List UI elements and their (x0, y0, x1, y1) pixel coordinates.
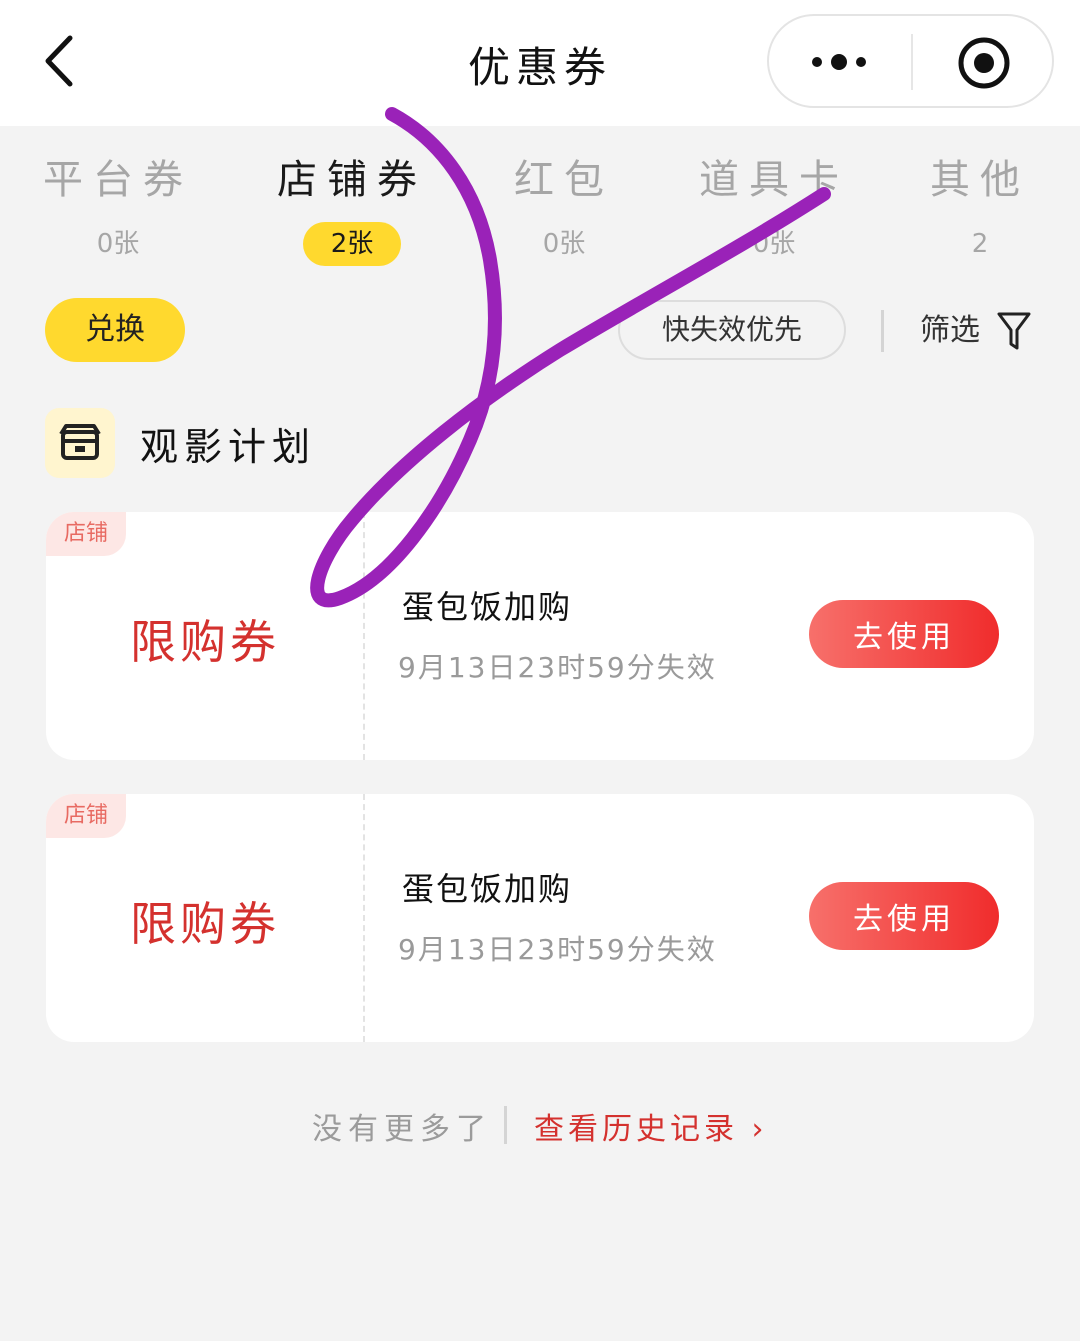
coupon-card: 店铺 限购券 蛋包饭加购 9月13日23时59分失效 去使用 (46, 794, 1034, 1042)
coupon-title: 蛋包饭加购 (402, 588, 573, 626)
funnel-icon (997, 312, 1031, 350)
store-name: 观影计划 (140, 425, 317, 469)
more-button[interactable] (805, 44, 875, 80)
tab-label: 道具卡 (699, 157, 849, 203)
coupon-tag: 店铺 (46, 512, 126, 556)
tab-count: 0张 (96, 229, 140, 259)
no-more-text: 没有更多了 (312, 1112, 492, 1147)
tab-store-coupon[interactable]: 店铺券 2张 (252, 150, 452, 266)
tab-platform-coupon[interactable]: 平台券 0张 (18, 150, 218, 266)
close-button[interactable] (957, 36, 1011, 90)
coupon-title: 蛋包饭加购 (402, 870, 573, 908)
use-coupon-button[interactable]: 去使用 (809, 600, 999, 668)
tab-label: 店铺券 (277, 157, 427, 203)
list-footer: 没有更多了 查看历史记录 › (0, 1098, 1080, 1152)
more-dots-icon (812, 54, 866, 70)
tab-other[interactable]: 其他 2 (880, 150, 1080, 266)
tab-red-packet[interactable]: 红包 0张 (464, 150, 664, 266)
footer-divider (504, 1106, 507, 1144)
coupon-type: 限购券 (130, 897, 280, 951)
tab-count: 2张 (302, 222, 402, 266)
tab-count: 2 (971, 229, 989, 259)
toolbar-divider (881, 310, 884, 352)
store-avatar (45, 408, 115, 478)
coupon-expiry: 9月13日23时59分失效 (398, 651, 717, 684)
mini-program-capsule (767, 14, 1054, 108)
filter-button[interactable]: 筛选 (920, 306, 1031, 356)
coupon-card: 店铺 限购券 蛋包饭加购 9月13日23时59分失效 去使用 (46, 512, 1034, 760)
tab-count: 0张 (752, 229, 796, 259)
coupon-divider (363, 512, 365, 760)
redeem-button[interactable]: 兑换 (45, 298, 185, 362)
coupon-divider (363, 794, 365, 1042)
use-coupon-button[interactable]: 去使用 (809, 882, 999, 950)
tab-count: 0张 (542, 229, 586, 259)
storefront-icon (59, 424, 101, 460)
coupon-tag: 店铺 (46, 794, 126, 838)
tab-label: 红包 (514, 157, 614, 203)
tab-label: 平台券 (43, 157, 193, 203)
tab-item-card[interactable]: 道具卡 0张 (674, 150, 874, 266)
view-history-link[interactable]: 查看历史记录 › (534, 1104, 768, 1148)
top-navigation-bar: 优惠券 (0, 0, 1080, 126)
capsule-divider (911, 34, 913, 90)
close-circle-icon (958, 37, 1010, 89)
filter-label: 筛选 (920, 313, 980, 348)
tab-label: 其他 (930, 157, 1030, 203)
sort-expiring-first-button[interactable]: 快失效优先 (618, 300, 846, 360)
coupon-expiry: 9月13日23时59分失效 (398, 933, 717, 966)
coupon-type: 限购券 (130, 615, 280, 669)
